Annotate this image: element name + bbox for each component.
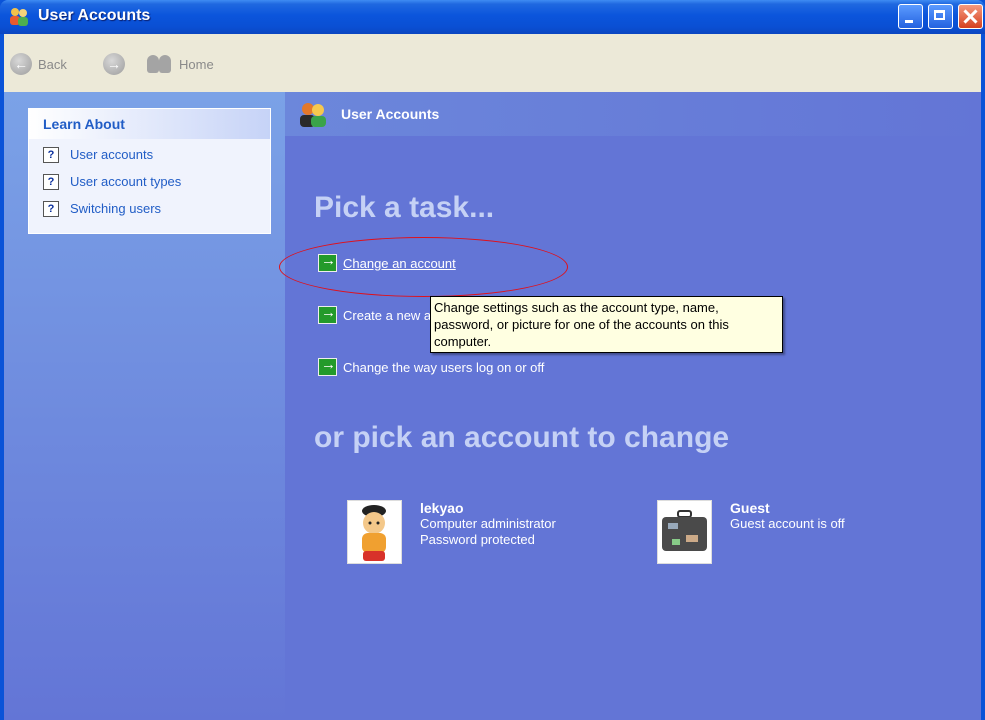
- minimize-icon[interactable]: [898, 4, 923, 29]
- annotation-ellipse: [279, 237, 568, 297]
- account-lekyao[interactable]: lekyao Computer administrator Password p…: [347, 500, 556, 564]
- close-icon[interactable]: [958, 4, 983, 29]
- sidebar-item-label: User account types: [70, 174, 182, 189]
- learn-about-header: Learn About: [29, 109, 270, 139]
- pick-task-heading: Pick a task...: [314, 191, 495, 224]
- home-button[interactable]: Home: [147, 52, 214, 76]
- sidebar-item-switching-users[interactable]: ? Switching users: [29, 195, 270, 222]
- help-icon: ?: [43, 200, 59, 217]
- tooltip: Change settings such as the account type…: [430, 296, 783, 353]
- account-guest[interactable]: Guest Guest account is off: [657, 500, 845, 564]
- account-info: lekyao Computer administrator Password p…: [420, 500, 556, 564]
- account-avatar: [347, 500, 402, 564]
- home-users-icon: [147, 53, 173, 75]
- learn-about-box: Learn About ? User accounts ? User accou…: [28, 108, 271, 234]
- account-name: Guest: [730, 500, 770, 516]
- maximize-icon[interactable]: [928, 4, 953, 29]
- user-accounts-window: User Accounts ← Back → Home Learn About …: [0, 0, 985, 720]
- green-arrow-icon: [318, 356, 337, 376]
- sidebar-item-label: Switching users: [70, 201, 162, 216]
- main-pane: User Accounts Pick a task... Change an a…: [285, 92, 981, 720]
- suitcase-icon: [662, 510, 707, 551]
- back-label: Back: [38, 56, 67, 72]
- back-button[interactable]: ← Back: [10, 52, 67, 76]
- account-type: Guest account is off: [730, 516, 845, 531]
- user-accounts-icon: [300, 103, 326, 127]
- toolbar: ← Back → Home: [4, 34, 981, 92]
- sidebar-item-user-accounts[interactable]: ? User accounts: [29, 141, 270, 168]
- users-icon: [10, 8, 28, 26]
- help-icon: ?: [43, 173, 59, 190]
- account-name: lekyao: [420, 500, 464, 516]
- sidebar-item-user-account-types[interactable]: ? User account types: [29, 168, 270, 195]
- account-avatar: [657, 500, 712, 564]
- window-title: User Accounts: [38, 7, 151, 24]
- task-label: Change the way users log on or off: [343, 359, 545, 375]
- pick-account-heading: or pick an account to change: [314, 421, 730, 454]
- sidebar-item-label: User accounts: [70, 147, 154, 162]
- account-type: Computer administrator: [420, 516, 556, 531]
- help-icon: ?: [43, 146, 59, 163]
- main-header: User Accounts: [285, 92, 981, 136]
- forward-arrow-icon: →: [103, 53, 125, 75]
- green-arrow-icon: [318, 304, 337, 324]
- back-arrow-icon: ←: [10, 53, 32, 75]
- account-info: Guest Guest account is off: [730, 500, 845, 564]
- title-bar[interactable]: User Accounts: [0, 0, 985, 34]
- account-status: Password protected: [420, 532, 535, 547]
- left-pane: Learn About ? User accounts ? User accou…: [4, 92, 285, 720]
- main-header-title: User Accounts: [341, 106, 440, 122]
- task-change-logon[interactable]: Change the way users log on or off: [318, 356, 545, 376]
- child-avatar-icon: [362, 505, 386, 561]
- home-label: Home: [179, 56, 214, 72]
- forward-button[interactable]: →: [103, 52, 125, 76]
